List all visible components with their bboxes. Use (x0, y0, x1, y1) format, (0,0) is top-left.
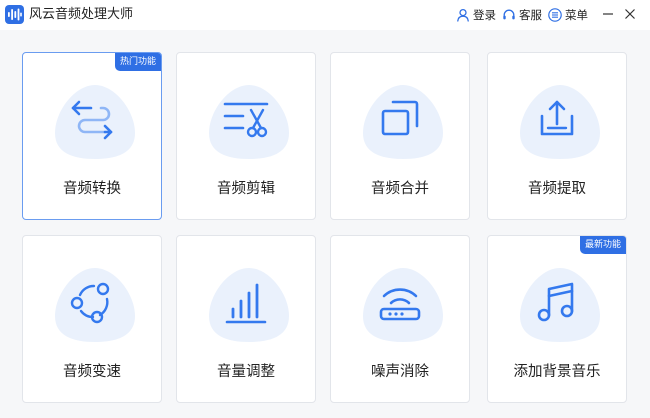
minimize-icon (603, 13, 613, 15)
user-icon (457, 8, 469, 22)
close-button[interactable] (621, 5, 639, 23)
extract-upload-icon (540, 100, 574, 136)
app-title: 风云音频处理大师 (29, 7, 134, 22)
menu-label: 菜单 (565, 8, 588, 22)
tool-label: 音量调整 (217, 364, 275, 380)
minimize-button[interactable] (599, 5, 617, 23)
tool-label: 音频变速 (63, 364, 121, 380)
tool-card-volume-adjust[interactable]: 音量调整 (176, 235, 316, 403)
tool-label: 噪声消除 (371, 364, 429, 380)
menu-button[interactable]: 菜单 (548, 6, 588, 24)
music-note-icon (537, 282, 574, 322)
new-badge: 最新功能 (579, 236, 626, 254)
login-button[interactable]: 登录 (456, 6, 496, 24)
tool-label: 音频剪辑 (217, 181, 275, 197)
login-label: 登录 (473, 8, 496, 22)
tool-card-audio-extract[interactable]: 音频提取 (487, 52, 627, 220)
merge-squares-icon (381, 100, 419, 136)
tool-label: 添加背景音乐 (513, 364, 601, 380)
headset-icon (503, 9, 515, 20)
tool-label: 音频转换 (63, 181, 121, 197)
tool-card-audio-merge[interactable]: 音频合并 (330, 52, 470, 220)
scissors-cut-icon (223, 102, 269, 138)
menu-list-icon (548, 8, 562, 22)
customer-service-button[interactable]: 客服 (502, 6, 542, 24)
tool-card-add-bgm[interactable]: 最新功能 添加背景音乐 (487, 235, 627, 403)
tool-grid: 热门功能 音频转换 音频剪辑 音频合并 音频提取 音频变速 音量调整 噪声消除 … (0, 30, 650, 418)
tool-label: 音频合并 (371, 181, 429, 197)
tool-card-noise-removal[interactable]: 噪声消除 (330, 235, 470, 403)
tool-card-audio-convert[interactable]: 热门功能 音频转换 (22, 52, 162, 220)
customer-service-label: 客服 (519, 8, 542, 22)
hot-badge: 热门功能 (114, 53, 161, 71)
noise-router-icon (379, 288, 421, 321)
close-icon (625, 9, 635, 19)
tool-label: 音频提取 (528, 181, 586, 197)
title-bar: 风云音频处理大师 登录 客服 菜单 (0, 0, 650, 30)
tool-card-audio-speed[interactable]: 音频变速 (22, 235, 162, 403)
convert-arrows-icon (71, 100, 113, 140)
tool-card-audio-cut[interactable]: 音频剪辑 (176, 52, 316, 220)
app-logo-icon (5, 5, 24, 24)
speed-cycle-icon (70, 282, 110, 324)
volume-bars-icon (225, 283, 267, 324)
